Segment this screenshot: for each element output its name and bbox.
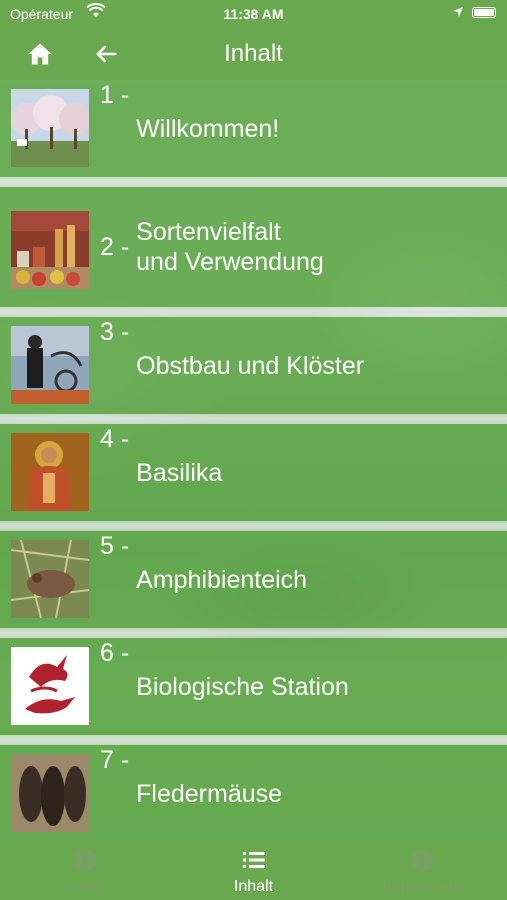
item-title: Fledermäuse xyxy=(136,779,283,808)
info-icon xyxy=(410,847,436,873)
item-number: 5 - xyxy=(100,532,130,560)
thumbnail-monastery-painting xyxy=(11,326,89,404)
page-title: Inhalt xyxy=(224,40,283,67)
compass-icon xyxy=(72,847,98,873)
item-number: 1 - xyxy=(100,81,130,109)
item-title: Sortenvielfalt und Verwendung xyxy=(136,218,324,276)
tab-impressum[interactable]: Impressum xyxy=(338,840,507,900)
thumbnail-bats xyxy=(11,754,89,832)
tab-bar: Karte Inhalt Impressum xyxy=(0,840,507,900)
list-item-4[interactable]: 4 - Basilika xyxy=(0,424,507,521)
item-number: 6 - xyxy=(100,639,130,667)
tab-label: Impressum xyxy=(382,878,463,895)
row-divider xyxy=(0,414,507,424)
navigation-bar: Inhalt xyxy=(0,28,507,80)
row-divider xyxy=(0,735,507,745)
list-item-1[interactable]: 1 - Willkommen! xyxy=(0,80,507,177)
thumbnail-basilica-fresco xyxy=(11,433,89,511)
item-title: Amphibienteich xyxy=(136,565,308,594)
tab-karte[interactable]: Karte xyxy=(0,840,169,900)
list-item-3[interactable]: 3 - Obstbau und Klöster xyxy=(0,317,507,414)
list-item-7[interactable]: 7 - Fledermäuse xyxy=(0,745,507,842)
thumbnail-blossom-trees xyxy=(11,89,89,167)
list-item-6[interactable]: 6 - Biologische Station xyxy=(0,638,507,735)
battery-icon xyxy=(472,7,496,18)
thumbnail-apple-products xyxy=(11,211,89,289)
thumbnail-biological-station-logo xyxy=(11,647,89,725)
row-divider xyxy=(0,521,507,531)
tab-label: Inhalt xyxy=(233,878,274,895)
item-number: 4 - xyxy=(100,425,130,453)
clock: 11:38 AM xyxy=(223,6,284,22)
item-number: 3 - xyxy=(100,318,130,346)
tab-inhalt[interactable]: Inhalt xyxy=(169,840,338,900)
item-title: Obstbau und Klöster xyxy=(136,351,365,380)
item-title: Willkommen! xyxy=(136,114,280,143)
location-arrow-icon xyxy=(452,6,464,21)
list-item-5[interactable]: 5 - Amphibienteich xyxy=(0,531,507,628)
item-number: 7 - xyxy=(100,746,130,774)
row-divider xyxy=(0,628,507,638)
row-divider xyxy=(0,307,507,317)
row-divider xyxy=(0,177,507,187)
tab-label: Karte xyxy=(65,878,104,895)
list-item-2[interactable]: 2 - Sortenvielfalt und Verwendung xyxy=(0,187,507,307)
status-bar: Opérateur 11:38 AM xyxy=(0,0,507,28)
item-title: Basilika xyxy=(136,458,223,487)
item-number: 2 - xyxy=(100,233,130,261)
thumbnail-frog xyxy=(11,540,89,618)
item-title: Biologische Station xyxy=(136,672,349,701)
list-icon xyxy=(241,847,267,873)
